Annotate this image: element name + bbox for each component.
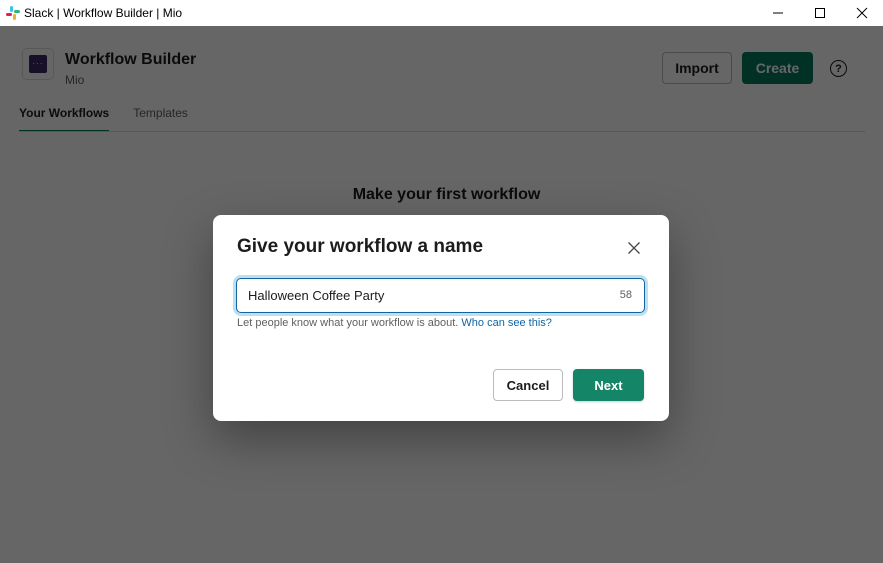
close-icon bbox=[628, 242, 640, 254]
dialog-title: Give your workflow a name bbox=[237, 236, 484, 257]
name-workflow-dialog: Give your workflow a name 58 Let people … bbox=[213, 215, 669, 421]
hint-text: Let people know what your workflow is ab… bbox=[237, 317, 462, 329]
minimize-button[interactable] bbox=[757, 0, 799, 26]
window-titlebar: Slack | Workflow Builder | Mio bbox=[0, 0, 883, 26]
close-window-button[interactable] bbox=[841, 0, 883, 26]
slack-logo-icon bbox=[6, 6, 20, 20]
name-hint: Let people know what your workflow is ab… bbox=[237, 317, 552, 329]
close-icon bbox=[856, 7, 868, 19]
next-button[interactable]: Next bbox=[573, 369, 644, 401]
workflow-name-field[interactable]: 58 bbox=[236, 278, 645, 313]
dialog-close-button[interactable] bbox=[625, 239, 643, 257]
workflow-name-input[interactable] bbox=[248, 279, 608, 312]
window-title: Slack | Workflow Builder | Mio bbox=[24, 6, 183, 20]
who-can-see-link[interactable]: Who can see this? bbox=[461, 317, 552, 329]
minimize-icon bbox=[773, 12, 783, 14]
maximize-icon bbox=[815, 8, 825, 18]
remaining-char-count: 58 bbox=[619, 289, 632, 301]
maximize-button[interactable] bbox=[799, 0, 841, 26]
cancel-button[interactable]: Cancel bbox=[493, 369, 563, 401]
